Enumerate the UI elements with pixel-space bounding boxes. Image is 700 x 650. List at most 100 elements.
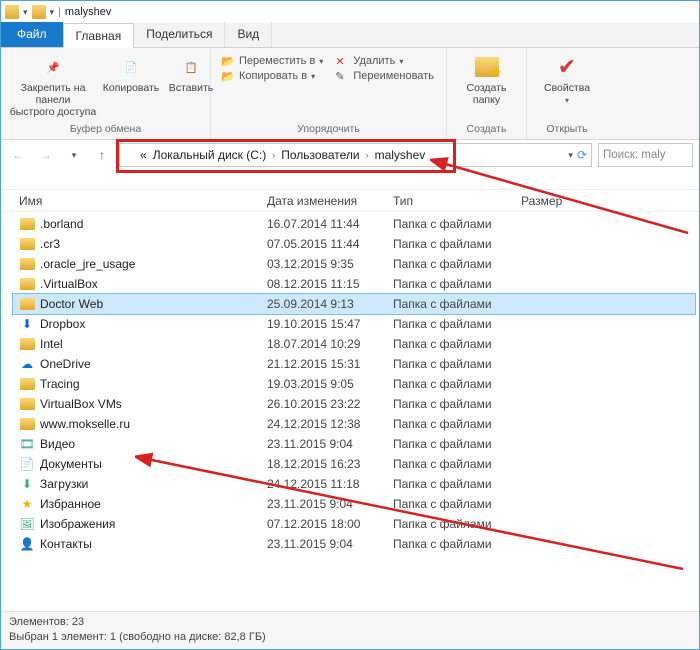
item-date: 19.03.2015 9:05 xyxy=(267,377,393,391)
search-input[interactable]: Поиск: maly xyxy=(598,143,693,167)
col-name[interactable]: Имя xyxy=(19,194,267,208)
status-bar-2: Выбран 1 элемент: 1 (свободно на диске: … xyxy=(1,631,699,649)
list-item[interactable]: 🖼Изображения07.12.2015 18:00Папка с файл… xyxy=(13,514,695,534)
item-date: 24.12.2015 12:38 xyxy=(267,417,393,431)
list-item[interactable]: Intel18.07.2014 10:29Папка с файлами xyxy=(13,334,695,354)
dropbox-icon: ⬇ xyxy=(19,316,35,332)
crumb-prefix: « xyxy=(140,148,147,162)
item-name: .oracle_jre_usage xyxy=(40,257,267,271)
item-name: www.mokselle.ru xyxy=(40,417,267,431)
status-count: Элементов: 23 xyxy=(9,616,691,628)
item-date: 26.10.2015 23:22 xyxy=(267,397,393,411)
copy-label: Копировать xyxy=(103,82,160,94)
paste-label: Вставить xyxy=(169,82,214,94)
back-button[interactable]: ← xyxy=(7,144,29,166)
fav-icon: ★ xyxy=(19,496,35,512)
crumb-1[interactable]: Локальный диск (C:) xyxy=(149,148,271,162)
list-item[interactable]: ☁OneDrive21.12.2015 15:31Папка с файлами xyxy=(13,354,695,374)
rename-button[interactable]: ✎Переименовать xyxy=(331,69,438,83)
group-organize-label: Упорядочить xyxy=(297,123,359,135)
list-item[interactable]: 📄Документы18.12.2015 16:23Папка с файлам… xyxy=(13,454,695,474)
item-type: Папка с файлами xyxy=(393,437,521,451)
folder-icon xyxy=(19,276,35,292)
onedrive-icon: ☁ xyxy=(19,356,35,372)
ribbon: 📌 Закрепить на панели быстрого доступа 📄… xyxy=(1,48,699,140)
folder-icon xyxy=(124,149,138,161)
col-type[interactable]: Тип xyxy=(393,194,521,208)
list-item[interactable]: ★Избранное23.11.2015 9:04Папка с файлами xyxy=(13,494,695,514)
list-item[interactable]: .cr307.05.2015 11:44Папка с файлами xyxy=(13,234,695,254)
col-date[interactable]: Дата изменения xyxy=(267,194,393,208)
group-clipboard-label: Буфер обмена xyxy=(70,123,141,135)
qa-dropdown-icon2[interactable]: ▾ xyxy=(50,7,55,18)
refresh-icon[interactable]: ⟳ xyxy=(577,148,587,162)
item-name: .borland xyxy=(40,217,267,231)
list-item[interactable]: www.mokselle.ru24.12.2015 12:38Папка с ф… xyxy=(13,414,695,434)
address-bar[interactable]: « Локальный диск (C:)› Пользователи› mal… xyxy=(119,143,592,167)
up-button[interactable]: ↑ xyxy=(91,144,113,166)
folder-icon xyxy=(19,376,35,392)
item-type: Папка с файлами xyxy=(393,237,521,251)
list-item[interactable]: 🎞Видео23.11.2015 9:04Папка с файлами xyxy=(13,434,695,454)
item-name: Контакты xyxy=(40,537,267,551)
addr-dropdown-icon[interactable]: ▾ xyxy=(568,150,573,161)
list-item[interactable]: ⬇Dropbox19.10.2015 15:47Папка с файлами xyxy=(13,314,695,334)
titlebar: ▾ ▾ | malyshev xyxy=(1,1,699,23)
item-type: Папка с файлами xyxy=(393,477,521,491)
rename-icon: ✎ xyxy=(335,70,349,82)
properties-button[interactable]: ✔ Свойства ▾ xyxy=(539,52,595,105)
item-name: Doctor Web xyxy=(40,297,267,311)
item-type: Папка с файлами xyxy=(393,337,521,351)
list-item[interactable]: .VirtualBox08.12.2015 11:15Папка с файла… xyxy=(13,274,695,294)
move-icon: 📂 xyxy=(221,55,235,67)
item-date: 07.05.2015 11:44 xyxy=(267,237,393,251)
list-item[interactable]: .oracle_jre_usage03.12.2015 9:35Папка с … xyxy=(13,254,695,274)
item-date: 03.12.2015 9:35 xyxy=(267,257,393,271)
tab-view[interactable]: Вид xyxy=(225,22,272,47)
group-new-label: Создать xyxy=(467,123,507,135)
copy-icon: 📄 xyxy=(117,54,145,80)
copy-to-button[interactable]: 📂Копировать в ▾ xyxy=(217,69,327,83)
item-date: 18.12.2015 16:23 xyxy=(267,457,393,471)
item-type: Папка с файлами xyxy=(393,277,521,291)
item-type: Папка с файлами xyxy=(393,217,521,231)
list-item[interactable]: Doctor Web25.09.2014 9:13Папка с файлами xyxy=(13,294,695,314)
list-item[interactable]: VirtualBox VMs26.10.2015 23:22Папка с фа… xyxy=(13,394,695,414)
copy-button[interactable]: 📄 Копировать xyxy=(103,52,159,94)
recent-button[interactable]: ▾ xyxy=(63,144,85,166)
item-date: 21.12.2015 15:31 xyxy=(267,357,393,371)
item-date: 23.11.2015 9:04 xyxy=(267,497,393,511)
list-item[interactable]: ⬇Загрузки24.12.2015 11:18Папка с файлами xyxy=(13,474,695,494)
props-label: Свойства xyxy=(544,82,590,94)
copyto-icon: 📂 xyxy=(221,70,235,82)
item-date: 19.10.2015 15:47 xyxy=(267,317,393,331)
item-type: Папка с файлами xyxy=(393,517,521,531)
contacts-icon: 👤 xyxy=(19,536,35,552)
tab-share[interactable]: Поделиться xyxy=(134,22,225,47)
item-date: 24.12.2015 11:18 xyxy=(267,477,393,491)
forward-button[interactable]: → xyxy=(35,144,57,166)
move-to-button[interactable]: 📂Переместить в ▾ xyxy=(217,54,327,68)
qa-dropdown-icon[interactable]: ▾ xyxy=(23,7,28,18)
list-item[interactable]: Tracing19.03.2015 9:05Папка с файлами xyxy=(13,374,695,394)
list-item[interactable]: 👤Контакты23.11.2015 9:04Папка с файлами xyxy=(13,534,695,554)
crumb-2[interactable]: Пользователи xyxy=(277,148,363,162)
item-date: 08.12.2015 11:15 xyxy=(267,277,393,291)
app-icon xyxy=(5,5,19,19)
item-date: 16.07.2014 11:44 xyxy=(267,217,393,231)
delete-button[interactable]: ✕Удалить ▾ xyxy=(331,54,438,68)
list-item[interactable]: .borland16.07.2014 11:44Папка с файлами xyxy=(13,214,695,234)
tab-home[interactable]: Главная xyxy=(63,23,135,48)
tab-file[interactable]: Файл xyxy=(1,22,63,47)
item-name: Dropbox xyxy=(40,317,267,331)
item-type: Папка с файлами xyxy=(393,297,521,311)
new-folder-button[interactable]: ✦ Создать папку xyxy=(459,52,515,106)
pin-button[interactable]: 📌 Закрепить на панели быстрого доступа xyxy=(7,52,99,118)
col-size[interactable]: Размер xyxy=(521,194,601,208)
item-name: VirtualBox VMs xyxy=(40,397,267,411)
file-list: .borland16.07.2014 11:44Папка с файлами.… xyxy=(1,212,699,611)
crumb-3[interactable]: malyshev xyxy=(371,148,430,162)
item-type: Папка с файлами xyxy=(393,457,521,471)
item-name: Избранное xyxy=(40,497,267,511)
pics-icon: 🖼 xyxy=(19,516,35,532)
